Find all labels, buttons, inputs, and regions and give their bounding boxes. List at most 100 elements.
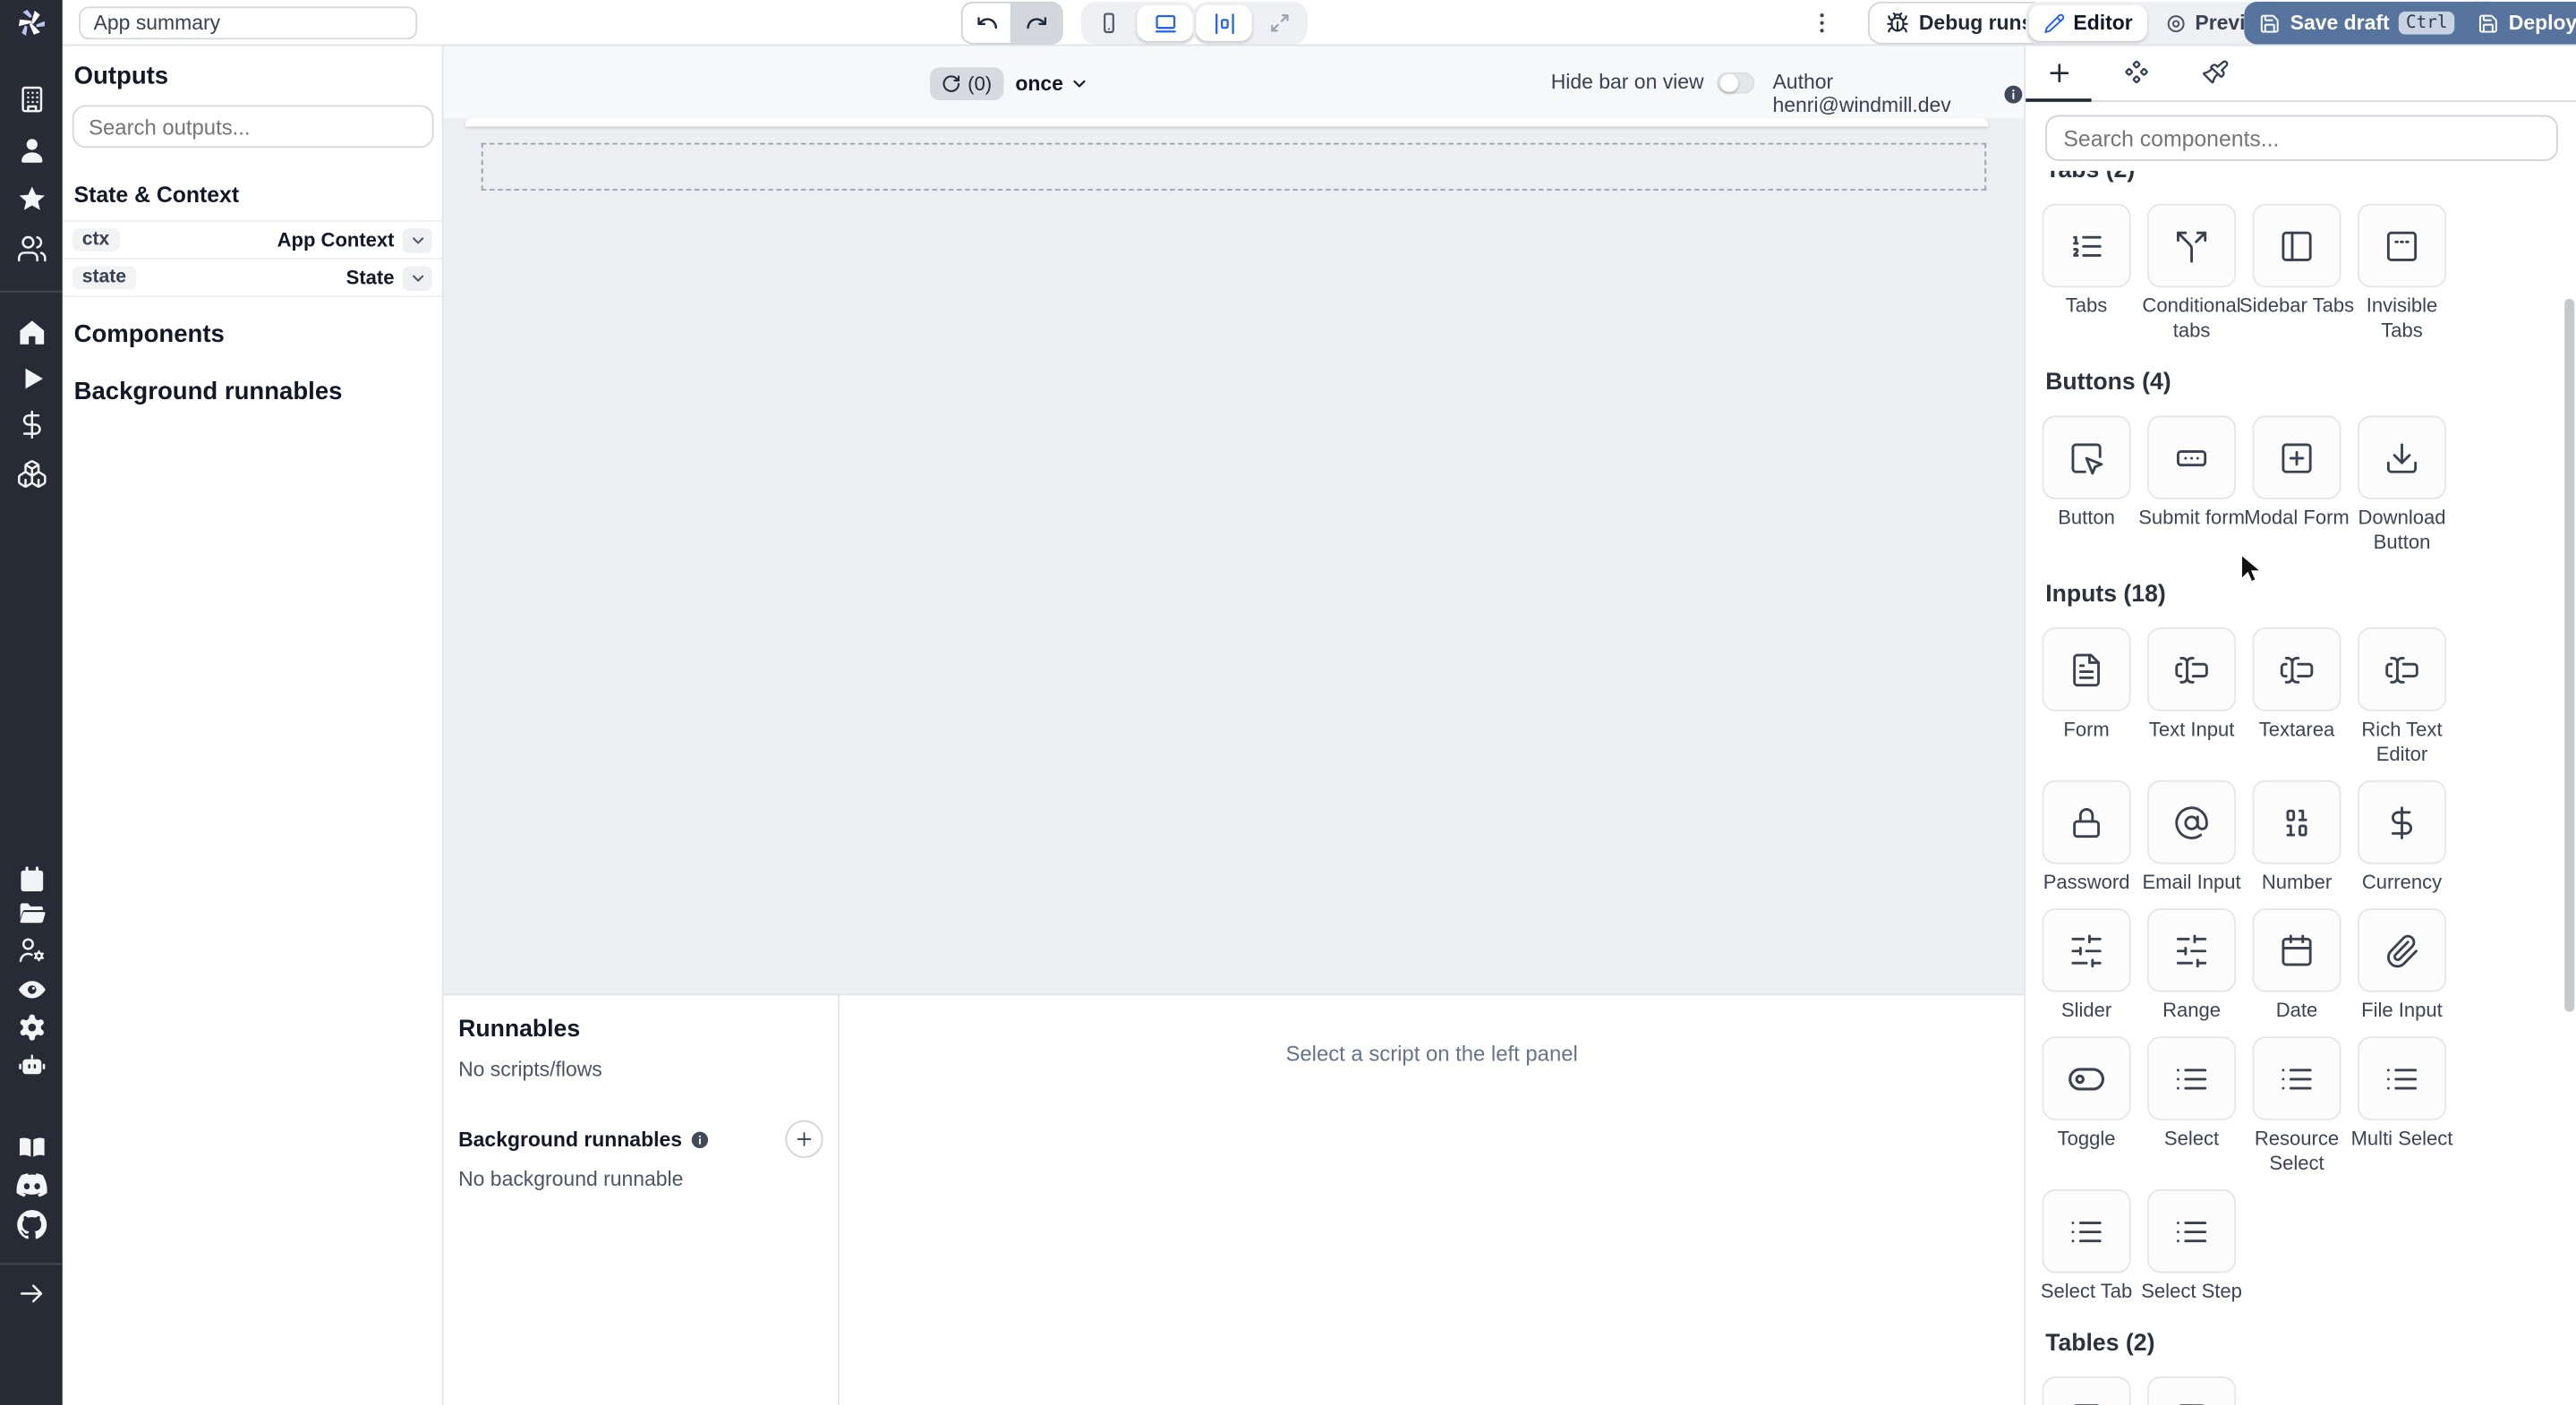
panel-top-dashed-icon[interactable] bbox=[2357, 203, 2447, 288]
component-card-multi-select[interactable]: Multi Select bbox=[2351, 1036, 2452, 1176]
search-components-input[interactable] bbox=[2045, 115, 2558, 161]
sidebar-item-bot-icon[interactable] bbox=[15, 1048, 48, 1081]
tab-components-settings[interactable] bbox=[2103, 46, 2168, 100]
search-outputs-input[interactable] bbox=[72, 105, 434, 149]
text-cursor-input-icon[interactable] bbox=[2252, 627, 2341, 711]
sidebar-item-users-icon[interactable] bbox=[15, 232, 48, 265]
component-card-resource-select[interactable]: Resource Select bbox=[2252, 1036, 2341, 1176]
component-card-button[interactable]: Button bbox=[2042, 415, 2131, 555]
sidebar-item-calendar-icon[interactable] bbox=[15, 863, 48, 896]
sliders-icon[interactable] bbox=[2042, 908, 2131, 992]
list-ordered-icon[interactable] bbox=[2042, 203, 2131, 288]
more-options-menu-icon[interactable] bbox=[1807, 2, 1837, 45]
sidebar-item-dollar-icon[interactable] bbox=[15, 407, 48, 440]
center-canvas-button[interactable] bbox=[1196, 4, 1252, 41]
component-card-table[interactable] bbox=[2042, 1376, 2131, 1405]
output-row-state[interactable]: state State bbox=[62, 258, 442, 295]
component-card-select-step[interactable]: Select Step bbox=[2141, 1188, 2242, 1304]
component-card-slider[interactable]: Slider bbox=[2042, 908, 2131, 1023]
list-icon[interactable] bbox=[2357, 1036, 2447, 1120]
paperclip-icon[interactable] bbox=[2357, 908, 2447, 992]
deploy-button[interactable]: Deploy bbox=[2462, 1, 2576, 45]
component-card-submit-form[interactable]: Submit form bbox=[2138, 415, 2245, 555]
table-icon[interactable] bbox=[2042, 1376, 2131, 1405]
desktop-view-button[interactable] bbox=[1137, 4, 1193, 41]
component-card-number[interactable]: Number bbox=[2252, 779, 2341, 895]
sidebar-item-folder-icon[interactable] bbox=[15, 897, 48, 930]
component-card-email-input[interactable]: Email Input bbox=[2142, 779, 2241, 895]
text-cursor-input-icon[interactable] bbox=[2357, 627, 2447, 711]
add-background-runnable-button[interactable] bbox=[785, 1120, 823, 1159]
list-icon[interactable] bbox=[2146, 1188, 2237, 1273]
sidebar-item-home-icon[interactable] bbox=[15, 315, 48, 348]
component-card-toggle[interactable]: Toggle bbox=[2042, 1036, 2131, 1176]
app-summary-input[interactable] bbox=[79, 6, 418, 40]
sidebar-item-eye-icon[interactable] bbox=[15, 973, 48, 1006]
component-card-conditional-tabs[interactable]: Conditional tabs bbox=[2142, 203, 2241, 344]
component-card-currency[interactable]: Currency bbox=[2357, 779, 2447, 895]
sidebar-item-settings-icon[interactable] bbox=[15, 1010, 48, 1043]
tab-theme-paintbrush[interactable] bbox=[2182, 46, 2248, 100]
component-card-date[interactable]: Date bbox=[2252, 908, 2341, 1023]
output-row-ctx[interactable]: ctx App Context bbox=[62, 219, 442, 258]
sidebar-item-discord-icon[interactable] bbox=[15, 1168, 48, 1201]
chevron-down-icon[interactable] bbox=[402, 227, 432, 252]
fullscreen-icon[interactable] bbox=[1255, 5, 1304, 41]
list-icon[interactable] bbox=[2042, 1188, 2131, 1273]
sidebar-item-book-open-icon[interactable] bbox=[15, 1130, 48, 1163]
lock-icon[interactable] bbox=[2042, 779, 2131, 864]
text-cursor-input-icon[interactable] bbox=[2146, 627, 2237, 711]
component-card-password[interactable]: Password bbox=[2042, 779, 2131, 895]
scrollbar-thumb[interactable] bbox=[2564, 299, 2575, 1012]
component-card-sidebar-tabs[interactable]: Sidebar Tabs bbox=[2239, 203, 2354, 344]
download-icon[interactable] bbox=[2357, 415, 2447, 499]
table-icon[interactable] bbox=[2146, 1376, 2237, 1405]
binary-icon[interactable] bbox=[2252, 779, 2341, 864]
component-card-invisible-tabs[interactable]: Invisible Tabs bbox=[2357, 203, 2447, 344]
debug-runs-button[interactable]: Debug runs bbox=[1867, 1, 2051, 45]
component-card-select-tab[interactable]: Select Tab bbox=[2041, 1188, 2132, 1304]
component-card-file-input[interactable]: File Input bbox=[2357, 908, 2447, 1023]
chevron-down-icon[interactable] bbox=[402, 265, 432, 290]
refresh-count-button[interactable]: (0) bbox=[929, 67, 1003, 100]
calendar-days-icon[interactable] bbox=[2252, 908, 2341, 992]
component-card-modal-form[interactable]: Modal Form bbox=[2244, 415, 2350, 555]
component-card-textarea[interactable]: Textarea bbox=[2252, 627, 2341, 767]
panel-left-icon[interactable] bbox=[2252, 203, 2341, 288]
sidebar-item-play-icon[interactable] bbox=[15, 362, 48, 395]
component-dropzone[interactable] bbox=[481, 142, 1987, 191]
component-card-download-button[interactable]: Download Button bbox=[2357, 415, 2447, 555]
tab-editor[interactable]: Editor bbox=[2028, 4, 2148, 41]
dollar-icon[interactable] bbox=[2357, 779, 2447, 864]
tab-insert-component[interactable] bbox=[2026, 46, 2091, 100]
hide-bar-toggle[interactable] bbox=[1717, 71, 1755, 93]
component-card-table[interactable] bbox=[2146, 1376, 2237, 1405]
component-sections-scroll[interactable]: Tabs (2) Tabs Conditional tabs Sidebar Tabs… bbox=[2026, 171, 2576, 1405]
file-text-icon[interactable] bbox=[2042, 627, 2131, 711]
component-card-form[interactable]: Form bbox=[2042, 627, 2131, 767]
component-card-tabs[interactable]: Tabs bbox=[2042, 203, 2131, 344]
component-card-select[interactable]: Select bbox=[2146, 1036, 2237, 1176]
windmill-logo-icon[interactable] bbox=[13, 5, 49, 41]
component-card-rich-text-editor[interactable]: Rich Text Editor bbox=[2357, 627, 2447, 767]
sidebar-item-building-icon[interactable] bbox=[15, 82, 48, 115]
sidebar-item-boxes-icon[interactable] bbox=[15, 456, 48, 490]
sidebar-item-user-icon[interactable] bbox=[15, 133, 48, 166]
square-mouse-pointer-icon[interactable] bbox=[2042, 415, 2131, 499]
info-icon[interactable] bbox=[2002, 83, 2024, 105]
sidebar-item-user-cog-icon[interactable] bbox=[15, 933, 48, 966]
sliders-icon[interactable] bbox=[2146, 908, 2237, 992]
ellipsis-box-icon[interactable] bbox=[2146, 415, 2237, 499]
component-card-text-input[interactable]: Text Input bbox=[2146, 627, 2237, 767]
list-icon[interactable] bbox=[2252, 1036, 2341, 1120]
mobile-view-button[interactable] bbox=[1084, 5, 1133, 41]
sidebar-item-github-icon[interactable] bbox=[15, 1207, 48, 1240]
sidebar-item-arrow-right-icon[interactable] bbox=[15, 1276, 48, 1309]
at-sign-icon[interactable] bbox=[2146, 779, 2237, 864]
refresh-mode-select[interactable]: once bbox=[1015, 67, 1089, 100]
redo-button[interactable] bbox=[1011, 3, 1062, 43]
list-icon[interactable] bbox=[2146, 1036, 2237, 1120]
toggle-left-icon[interactable] bbox=[2042, 1036, 2131, 1120]
undo-button[interactable] bbox=[962, 3, 1012, 43]
square-plus-icon[interactable] bbox=[2252, 415, 2341, 499]
